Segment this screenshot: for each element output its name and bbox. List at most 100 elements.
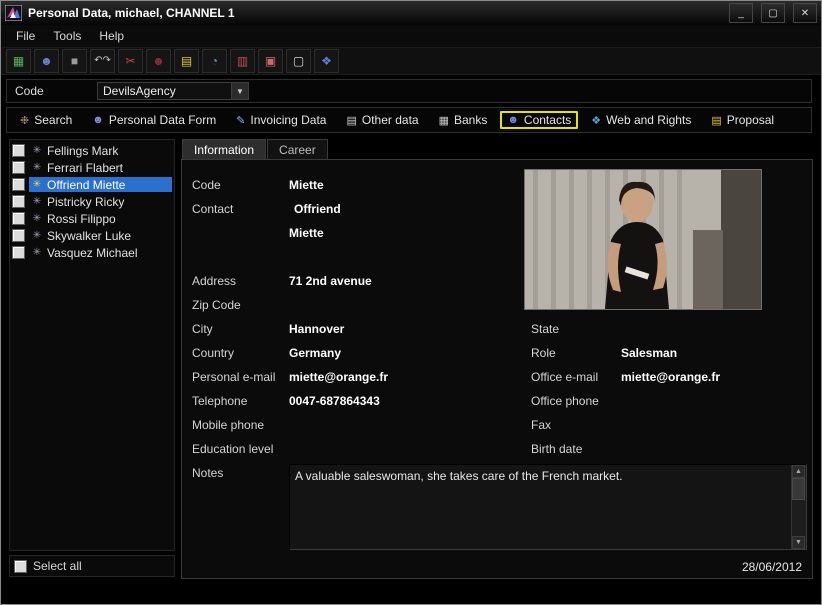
chevron-down-icon[interactable]: ▼ (231, 83, 248, 99)
tab-information[interactable]: Information (182, 139, 266, 159)
chart-icon-glyph: ▥ (237, 55, 248, 67)
maximize-button[interactable]: ▢ (761, 3, 785, 23)
undo-redo-icon[interactable]: ↶↷ (90, 49, 115, 73)
checkbox[interactable] (12, 161, 25, 174)
select-all-checkbox[interactable] (14, 560, 27, 573)
nav-other-data[interactable]: ▤Other data (339, 111, 425, 129)
office-email-field-value: miette@orange.fr (621, 370, 720, 384)
nav-proposal[interactable]: ▤Proposal (704, 111, 781, 129)
agency-select[interactable]: DevilsAgency ▼ (97, 82, 249, 100)
nav-personal-data-form-label: Personal Data Form (109, 113, 216, 127)
contact-swirl-icon: ✳ (31, 213, 43, 224)
select-all-label: Select all (33, 559, 82, 573)
list-item-selected[interactable]: ✳ Offriend Miette (10, 176, 174, 193)
monitor-icon[interactable]: ▢ (286, 49, 311, 73)
contact-name: Skywalker Luke (47, 229, 131, 243)
country-field-value: Germany (289, 346, 341, 360)
note-icon[interactable]: ▤ (174, 49, 199, 73)
scroll-up-icon[interactable]: ▲ (792, 465, 805, 478)
list-item[interactable]: ✳ Ferrari Flabert (10, 159, 174, 176)
information-form: Code Miette Contact Offriend Miette Addr… (181, 159, 813, 579)
scrollbar-thumb[interactable] (792, 478, 805, 500)
contact-list: ✳ Fellings Mark ✳ Ferrari Flabert ✳ Offrien… (9, 139, 175, 551)
checkbox[interactable] (12, 229, 25, 242)
minimize-button[interactable]: _ (729, 3, 753, 23)
contact-lastname-value: Offriend (294, 202, 341, 216)
nav-banks[interactable]: ▦Banks (432, 111, 495, 129)
nav-web-and-rights[interactable]: ❖ Web and Rights (584, 111, 698, 129)
notes-field-label: Notes (192, 466, 223, 480)
print-icon[interactable]: ▣ (258, 49, 283, 73)
app-logo-icon (5, 5, 22, 21)
list-item[interactable]: ✳ Fellings Mark (10, 142, 174, 159)
contacts-icon: ☻ (507, 114, 519, 126)
contact-photo (524, 169, 762, 310)
detail-panel: Information Career Code Miette Contact O… (181, 139, 813, 579)
nav-web-and-rights-label: Web and Rights (606, 113, 691, 127)
chart-icon[interactable]: ▥ (230, 49, 255, 73)
role-field-value: Salesman (621, 346, 677, 360)
city-field-label: City (192, 322, 213, 336)
scroll-down-icon[interactable]: ▼ (792, 536, 805, 549)
contact-swirl-icon: ✳ (31, 179, 43, 190)
users-icon[interactable]: ❖ (314, 49, 339, 73)
menu-tools[interactable]: Tools (44, 26, 90, 46)
checkbox[interactable] (12, 178, 25, 191)
notes-textarea[interactable]: A valuable saleswoman, she takes care of… (289, 464, 807, 550)
select-all-row: Select all (9, 555, 175, 577)
contact-swirl-icon: ✳ (31, 196, 43, 207)
person-icon: ☻ (92, 114, 104, 126)
education-field-label: Education level (192, 442, 273, 456)
checkbox[interactable] (12, 195, 25, 208)
menu-file[interactable]: File (7, 26, 44, 46)
contact-swirl-icon: ✳ (31, 145, 43, 156)
blank-icon[interactable]: ■ (62, 49, 87, 73)
contact-name: Vasquez Michael (47, 246, 138, 260)
telephone-field-value: 0047-687864343 (289, 394, 380, 408)
contact-field-label: Contact (192, 202, 233, 216)
checkbox[interactable] (12, 212, 25, 225)
role-field-label: Role (531, 346, 556, 360)
monitor-icon-glyph: ▢ (293, 55, 304, 67)
delete-contact-icon[interactable]: ☻ (146, 49, 171, 73)
office-email-field-label: Office e-mail (531, 370, 598, 384)
app-window: Personal Data, michael, CHANNEL 1 _ ▢ ✕ … (0, 0, 822, 605)
list-item[interactable]: ✳Pistricky Ricky (10, 193, 174, 210)
notes-scrollbar[interactable]: ▲ ▼ (791, 465, 806, 549)
city-field-value: Hannover (289, 322, 344, 336)
list-item[interactable]: ✳ Rossi Filippo (10, 210, 174, 227)
menu-help[interactable]: Help (90, 26, 133, 46)
notes-text: A valuable saleswoman, she takes care of… (295, 469, 788, 483)
users-icon-glyph: ❖ (321, 55, 332, 67)
code-field-value: Miette (289, 178, 324, 192)
contact-name: Offriend Miette (47, 178, 125, 192)
checkbox[interactable] (12, 246, 25, 259)
delete-contact-icon-glyph: ☻ (152, 55, 165, 67)
record-date: 28/06/2012 (742, 560, 802, 574)
globe-icon: ❖ (591, 114, 601, 127)
contact-swirl-icon: ✳ (31, 230, 43, 241)
cut-icon[interactable]: ✂ (118, 49, 143, 73)
clock-icon[interactable]: ◔ (202, 49, 227, 73)
nav-personal-data-form[interactable]: ☻ Personal Data Form (85, 111, 223, 129)
contact-name: Fellings Mark (47, 144, 118, 158)
checkbox[interactable] (12, 144, 25, 157)
contact-swirl-icon: ✳ (31, 162, 43, 173)
contact-name: Ferrari Flabert (47, 161, 123, 175)
table-icon[interactable]: ▦ (6, 49, 31, 73)
list-item[interactable]: ✳ Skywalker Luke (10, 227, 174, 244)
nav-invoicing-data[interactable]: ✎Invoicing Data (229, 111, 333, 129)
list-item[interactable]: ✳Vasquez Michael (10, 244, 174, 261)
section-nav: ❉ Search ☻ Personal Data Form ✎Invoicing D… (6, 107, 812, 133)
tab-career[interactable]: Career (267, 139, 328, 159)
code-field-label: Code (192, 178, 221, 192)
close-button[interactable]: ✕ (793, 3, 817, 23)
contact-name: Rossi Filippo (47, 212, 116, 226)
birth-date-field-label: Birth date (531, 442, 582, 456)
nav-search-label: Search (34, 113, 72, 127)
nav-search[interactable]: ❉ Search (13, 111, 79, 129)
contact-icon[interactable]: ☻ (34, 49, 59, 73)
bank-icon: ▦ (439, 114, 449, 127)
search-icon: ❉ (20, 114, 29, 127)
nav-contacts[interactable]: ☻Contacts (500, 111, 578, 129)
